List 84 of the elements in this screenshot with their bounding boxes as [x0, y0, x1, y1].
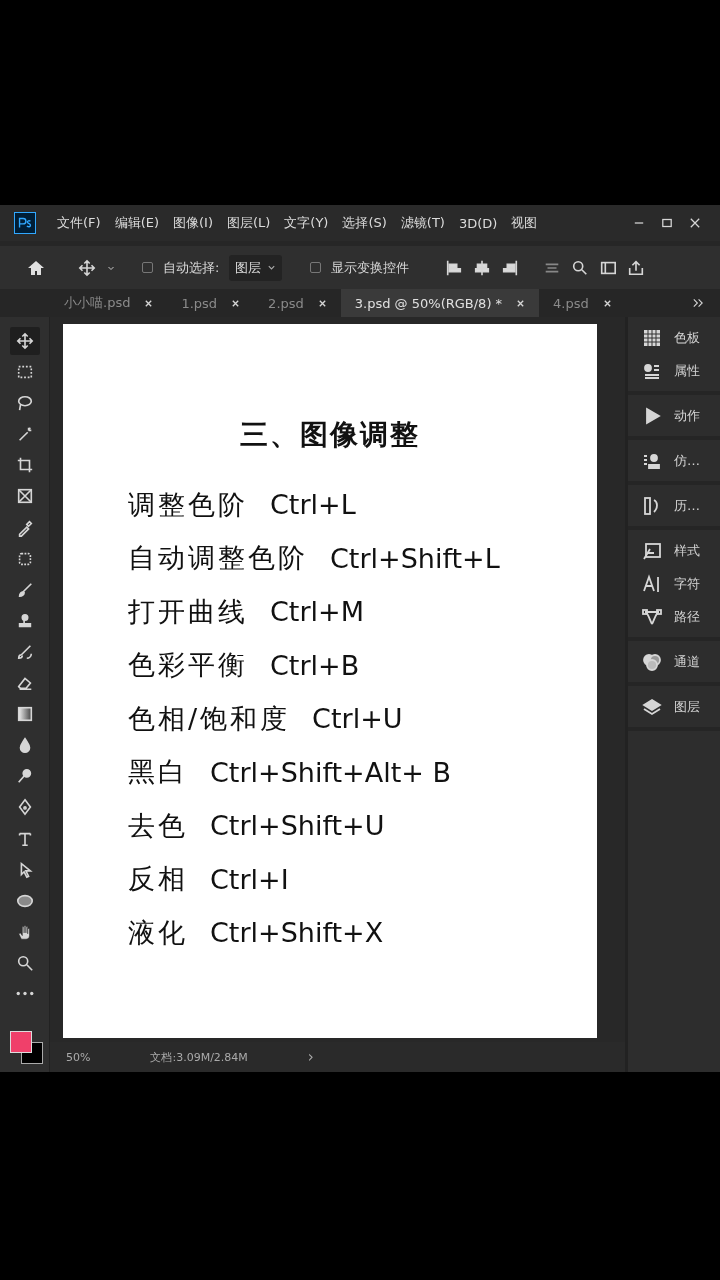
panel-button[interactable]: 动作	[628, 399, 700, 432]
paths-icon	[642, 606, 662, 627]
close-icon	[144, 298, 154, 308]
grid-icon	[642, 327, 662, 348]
checkbox[interactable]	[310, 262, 322, 273]
shortcut-text: Ctrl+Shift+X	[210, 917, 384, 949]
shortcut-text: Ctrl+M	[270, 596, 364, 628]
adjustment-name: 调整色阶	[128, 487, 248, 522]
document-tab[interactable]: 2.psd	[254, 289, 341, 317]
caret-icon	[267, 263, 277, 272]
history-brush-icon	[15, 642, 34, 661]
checkbox-label: 自动选择:	[163, 258, 220, 277]
align-right-icon	[501, 258, 520, 277]
layers-icon	[642, 696, 662, 717]
document-tab[interactable]: 3.psd @ 50%(RGB/8) *	[340, 289, 540, 317]
panel-button[interactable]: 通道	[628, 645, 700, 678]
shortcut-text: Ctrl+L	[270, 489, 356, 521]
document-info: 文档:3.09M/2.84M	[150, 1049, 248, 1065]
menu-item[interactable]: 图像(I)	[166, 214, 220, 232]
menu-item[interactable]: 编辑(E)	[107, 214, 166, 232]
document-tab[interactable]: 1.psd	[167, 289, 255, 317]
panel-button[interactable]: 图层	[628, 690, 700, 723]
menu-item[interactable]: 文字(Y)	[277, 214, 336, 232]
panel-button[interactable]: 历…	[628, 489, 700, 522]
align-left-icon	[445, 258, 464, 277]
menu-item[interactable]: 选择(S)	[335, 214, 394, 232]
maximize-icon	[660, 216, 674, 230]
align-center-icon	[473, 258, 492, 277]
adjustment-name: 打开曲线	[128, 594, 248, 629]
search-icon	[571, 258, 590, 277]
checkbox-label: 显示变换控件	[331, 258, 410, 277]
checkbox[interactable]	[142, 262, 153, 273]
overflow-icon	[692, 297, 704, 309]
shortcut-text: Ctrl+Shift+Alt+ B	[210, 756, 451, 788]
channels-icon	[642, 651, 662, 672]
zoom-icon	[15, 953, 34, 972]
app-logo-icon	[14, 212, 36, 234]
adjustment-name: 反相	[128, 862, 188, 897]
panel-button[interactable]: 仿…	[628, 444, 700, 477]
zoom-level: 50%	[66, 1050, 91, 1064]
adjustment-name: 色相/饱和度	[128, 701, 291, 736]
adjustment-name: 色彩平衡	[128, 648, 248, 683]
shortcut-text: Ctrl+Shift+U	[210, 810, 385, 842]
menu-item[interactable]: 视图	[504, 214, 545, 232]
shortcut-text: Ctrl+U	[312, 703, 403, 735]
character-icon	[642, 573, 662, 594]
document-tab[interactable]: 小小喵.psd	[50, 289, 168, 317]
panel-button[interactable]: 路径	[628, 600, 700, 633]
panel-button[interactable]: 属性	[628, 354, 700, 387]
tool-button[interactable]	[9, 327, 40, 355]
close-icon	[231, 298, 241, 308]
foreground-swatch[interactable]	[9, 1031, 32, 1054]
menu-item[interactable]: 图层(L)	[219, 214, 278, 232]
lasso-icon	[15, 394, 34, 413]
shortcut-text: Ctrl+Shift+L	[330, 542, 500, 574]
close-icon	[317, 298, 327, 308]
shortcut-text: Ctrl+B	[270, 649, 360, 681]
page-heading: 三、图像调整	[239, 417, 421, 453]
share-icon	[627, 258, 646, 277]
shortcut-text: Ctrl+I	[210, 863, 289, 895]
frame-icon	[15, 487, 34, 506]
adjustment-name: 液化	[128, 915, 188, 950]
close-icon	[602, 298, 612, 308]
document-tab[interactable]: 4.psd	[539, 289, 626, 317]
menu-item[interactable]: 文件(F)	[50, 214, 108, 232]
status-arrow[interactable]: ›	[307, 1048, 314, 1066]
close-icon	[516, 298, 526, 308]
move-icon	[15, 332, 34, 350]
adjustment-name: 去色	[128, 808, 188, 843]
more-icon	[15, 991, 34, 997]
adjustment-name: 黑白	[128, 755, 188, 790]
styles-icon	[642, 540, 662, 561]
move-icon	[78, 258, 96, 277]
menu-item[interactable]: 滤镜(T)	[393, 214, 452, 232]
gradient-icon	[15, 705, 34, 724]
dodge-icon	[15, 767, 34, 786]
panel-button[interactable]: 样式	[628, 534, 700, 567]
menu-item[interactable]: 3D(D)	[451, 215, 505, 231]
close-icon	[688, 216, 702, 230]
crop-icon	[15, 456, 34, 475]
adjustment-name: 自动调整色阶	[128, 541, 308, 576]
panel-button[interactable]: 色板	[628, 321, 700, 354]
panel-button[interactable]: 字符	[628, 567, 700, 600]
target-dropdown[interactable]: 图层	[229, 254, 283, 281]
